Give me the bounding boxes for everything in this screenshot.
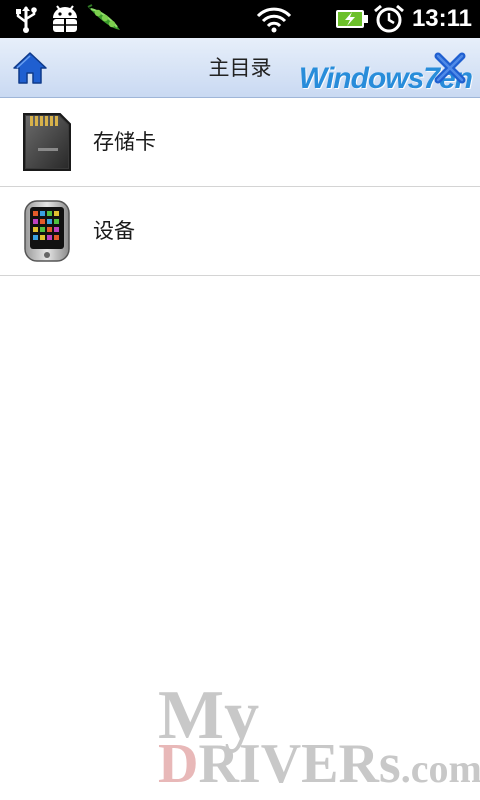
list-item-storage-card[interactable]: 存储卡: [0, 98, 480, 187]
usb-icon: [16, 6, 37, 33]
battery-charging-icon: [336, 10, 368, 28]
status-time: 13:11: [411, 5, 472, 32]
mydrivers-watermark: My DRIVERs.com: [158, 676, 480, 799]
title-bar: 主目录 Windows7en: [0, 38, 480, 98]
close-icon[interactable]: [434, 52, 466, 84]
android-debug-icon: [53, 5, 77, 32]
watermark-my-text: My: [158, 677, 260, 754]
sd-card-icon: [23, 113, 71, 171]
phone-device-icon: [24, 200, 70, 262]
app-screen: 13:11 主目录 Windows7en 存储卡 设备 My DRIVERs.c…: [0, 0, 480, 800]
watermark-drivers-text: DRIVERs.com: [158, 734, 480, 799]
directory-list: 存储卡 设备: [0, 98, 480, 276]
alarm-icon: [374, 4, 404, 33]
watermark-com-suffix: .com: [400, 746, 480, 791]
watermark-rivers-letters: RIVERs: [198, 733, 401, 795]
watermark-d-letter: D: [158, 733, 199, 795]
peapod-app-icon: [87, 4, 120, 30]
status-bar: 13:11: [0, 0, 480, 38]
list-item-device[interactable]: 设备: [0, 187, 480, 276]
list-item-label: 设备: [93, 219, 135, 243]
wifi-icon: [256, 7, 292, 33]
list-item-label: 存储卡: [93, 130, 156, 154]
page-title: 主目录: [208, 56, 272, 80]
